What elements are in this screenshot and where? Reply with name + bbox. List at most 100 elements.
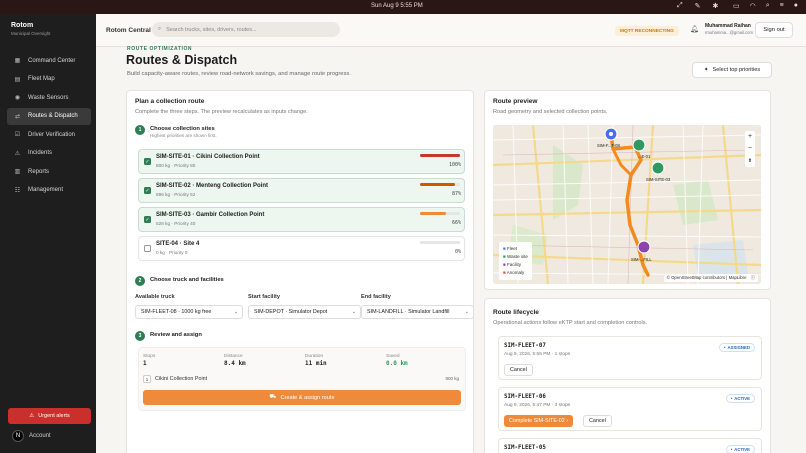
status-badge: • ACTIVE [725, 394, 755, 403]
checkbox[interactable] [144, 245, 151, 252]
map-icon: ▤ [14, 76, 21, 83]
start-facility-select[interactable]: SIM-DEPOT · Simulator Depot ⌄ [248, 305, 361, 319]
stop-name: Cikini Collection Point [155, 376, 208, 382]
cancel-button[interactable]: Cancel [583, 415, 612, 427]
fill-percent: 87% [451, 191, 461, 197]
sidebar-item-command-center[interactable]: ▦ Command Center [7, 52, 91, 69]
landfill-marker[interactable] [637, 240, 651, 254]
sidebar-item-driver-verification[interactable]: ☑ Driver Verification [7, 126, 91, 143]
compass-icon[interactable]: ⬆ [745, 155, 755, 167]
complete-stop-button[interactable]: Complete SIM-SITE-02 › [504, 415, 574, 427]
preview-title: Route preview [493, 98, 538, 105]
dot-icon: • [730, 447, 733, 452]
account-button[interactable]: N Account [12, 430, 51, 442]
search-icon: ⌕ [158, 26, 162, 32]
route-item: SIM-FLEET-06 Aug 9, 2026, 5:47 PM · 3 st… [498, 387, 762, 431]
truck-select[interactable]: SIM-FLEET-08 · 1000 kg free ⌄ [135, 305, 243, 319]
map-canvas[interactable]: SIM-F...T-08 ...E-01 SIM-SITE-03 SIM-...… [493, 125, 761, 284]
site-name: SIM-SITE-03 · Gambir Collection Point [156, 212, 265, 218]
fill-level [420, 154, 460, 157]
checkbox[interactable]: ✓ [144, 187, 151, 194]
end-facility-label: End facility [361, 294, 391, 300]
end-facility-select[interactable]: SIM-LANDFILL · Simulator Landfill ⌄ [361, 305, 474, 319]
page-title: Routes & Dispatch [126, 53, 238, 67]
checkbox[interactable]: ✓ [144, 158, 151, 165]
sidebar-item-label: Fleet Map [28, 76, 55, 82]
zoom-out-button[interactable]: − [745, 143, 755, 155]
create-assign-route-button[interactable]: ⛟ Create & assign route [143, 390, 461, 405]
site-meta: 528 kg · Priority 40 [156, 221, 196, 226]
site-meta: 0 kg · Priority 0 [156, 250, 188, 255]
expand-icon[interactable]: ⤢ [677, 2, 683, 10]
stat-value: 0.0 km [386, 360, 408, 367]
accessibility-icon[interactable]: ✱ [712, 2, 718, 10]
search-input[interactable]: ⌕ Search trucks, sites, drivers, routes.… [152, 22, 340, 37]
create-label: Create & assign route [280, 394, 335, 401]
stat-duration: Duration 11 min [305, 354, 327, 367]
status-text: ACTIVE [734, 396, 750, 401]
sign-out-button[interactable]: Sign out [755, 22, 793, 38]
route-date: Aug 9, 2026, 5:55 PM · 1 stops [504, 352, 571, 357]
waste-site-icon: ■ [503, 254, 506, 259]
checkbox[interactable]: ✓ [144, 216, 151, 223]
map-attribution[interactable]: © OpenStreetMap contributors | MapLibre … [663, 274, 758, 282]
route-map[interactable]: SIM-F...T-08 ...E-01 SIM-SITE-03 SIM-...… [493, 125, 761, 284]
sidebar-item-management[interactable]: ☷ Management [7, 182, 91, 199]
site-meta: 896 kg · Priority 52 [156, 192, 196, 197]
avatar: N [12, 430, 24, 442]
stat-value: 8.4 km [224, 360, 246, 367]
select-top-label: Select top priorities [712, 67, 761, 73]
fill-level-bar [420, 154, 460, 157]
sparkle-icon: ✦ [703, 67, 709, 73]
sidebar-item-incidents[interactable]: ⚠ Incidents [7, 145, 91, 162]
site-option[interactable]: SITE-04 · Site 4 0 kg · Priority 0 0% [138, 236, 465, 261]
info-icon[interactable]: ⓘ [751, 275, 755, 280]
fill-percent: 66% [451, 220, 461, 226]
truck-label: Available truck [135, 294, 175, 300]
battery-icon[interactable]: ▭ [733, 2, 740, 10]
sidebar-item-label: Management [28, 187, 64, 193]
stat-stops: Stops 1 [143, 354, 155, 367]
plan-card-subtitle: Complete the three steps. The preview re… [135, 109, 308, 115]
truck-value: SIM-FLEET-08 · 1000 kg free [141, 309, 212, 315]
step-number: 3 [135, 331, 145, 341]
site-marker-01[interactable] [632, 138, 646, 152]
control-center-icon[interactable]: ≡ [780, 2, 784, 10]
legend-label: Anomaly [506, 270, 525, 275]
sidebar-item-routes-dispatch[interactable]: ⇄ Routes & Dispatch [7, 107, 91, 125]
sidebar-item-reports[interactable]: ▥ Reports [7, 163, 91, 180]
fleet-icon: ■ [503, 246, 506, 251]
page-description: Build capacity-aware routes, review road… [127, 71, 351, 77]
search-icon[interactable]: ⌕ [766, 2, 770, 10]
fill-level-bar [420, 212, 460, 215]
stat-saved: Saved 0.0 km [386, 354, 408, 367]
bell-icon[interactable]: 🔔︎ [690, 25, 699, 33]
cancel-button[interactable]: Cancel [504, 364, 533, 376]
site-name: SIM-SITE-02 · Menteng Collection Point [156, 183, 269, 189]
site-option[interactable]: ✓ SIM-SITE-03 · Gambir Collection Point … [138, 207, 465, 232]
pen-icon[interactable]: ✎ [695, 2, 701, 10]
step-title: Review and assign [150, 332, 202, 338]
end-facility-value: SIM-LANDFILL · Simulator Landfill [367, 309, 450, 315]
stat-label: Distance [224, 354, 243, 359]
route-review-panel: Stops 1 Distance 8.4 km Duration 11 min Sav… [138, 347, 466, 411]
fill-level-bar [420, 241, 460, 244]
site-option[interactable]: ✓ SIM-SITE-02 · Menteng Collection Point… [138, 178, 465, 203]
sidebar-item-label: Routes & Dispatch [28, 113, 78, 119]
site-option[interactable]: ✓ SIM-SITE-01 · Cikini Collection Point … [138, 149, 465, 174]
wifi-icon[interactable]: ◠ [750, 2, 756, 10]
site-marker-03[interactable] [651, 161, 665, 175]
siri-icon[interactable]: ● [794, 2, 798, 10]
stop-sequence-item: 1 Cikini Collection Point 800 kg [143, 375, 461, 385]
zoom-in-button[interactable]: + [745, 131, 755, 143]
attribution-text: © OpenStreetMap contributors | MapLibre [666, 275, 747, 280]
status-text: ASSIGNED [727, 345, 750, 350]
menubar-clock[interactable]: Sun Aug 9 5:55 PM [371, 3, 423, 9]
select-top-priorities-button[interactable]: ✦ Select top priorities [692, 62, 772, 78]
chevron-down-icon: ⌄ [233, 309, 238, 315]
urgent-alerts-button[interactable]: ⚠ Urgent alerts [8, 408, 91, 424]
sidebar-item-waste-sensors[interactable]: ◉ Waste Sensors [7, 89, 91, 106]
legend-label: Waste site [506, 254, 528, 259]
sidebar-item-fleet-map[interactable]: ▤ Fleet Map [7, 71, 91, 88]
sidebar-item-label: Reports [28, 168, 50, 175]
